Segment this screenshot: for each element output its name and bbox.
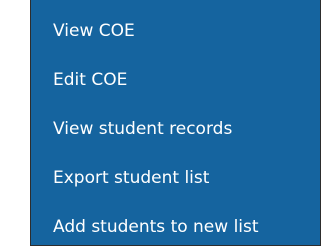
- menu-item-edit-coe[interactable]: Edit COE: [31, 62, 320, 98]
- menu-item-export-student-list[interactable]: Export student list: [31, 160, 320, 196]
- menu-item-view-student-records[interactable]: View student records: [31, 111, 320, 147]
- menu-item-add-students-to-new-list[interactable]: Add students to new list: [31, 209, 320, 245]
- context-menu: View COE Edit COE View student records E…: [30, 0, 321, 246]
- menu-item-view-coe[interactable]: View COE: [31, 13, 320, 49]
